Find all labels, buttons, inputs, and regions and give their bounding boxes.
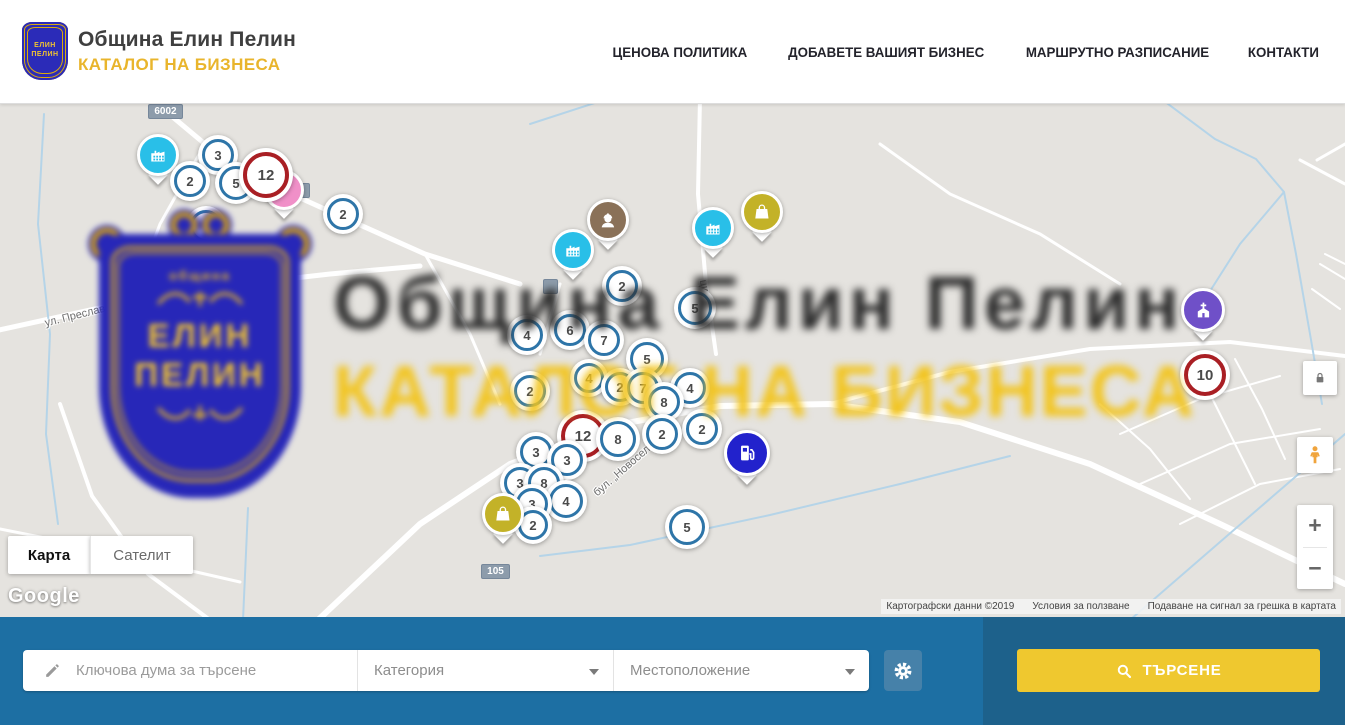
marker-layer: 325122256475427482221283338432510 [0, 104, 1345, 617]
attribution-terms-link[interactable]: Условия за ползване [1032, 601, 1129, 612]
map-cluster-marker[interactable]: 2 [510, 371, 550, 411]
advanced-search-button[interactable] [884, 650, 922, 691]
header: ЕЛИН ПЕЛИН Община Елин Пелин КАТАЛОГ НА … [0, 0, 1345, 104]
map-cluster-marker[interactable]: 2 [642, 414, 682, 454]
map-cluster-marker[interactable]: 10 [1180, 350, 1230, 400]
attribution-report-link[interactable]: Подаване на сигнал за грешка в картата [1148, 601, 1336, 612]
site-logo[interactable]: ЕЛИН ПЕЛИН Община Елин Пелин КАТАЛОГ НА … [22, 22, 296, 80]
map-pin-bag[interactable] [482, 493, 524, 544]
search-submit-label: ТЪРСЕНЕ [1142, 662, 1221, 679]
main-nav: ЦЕНОВА ПОЛИТИКА ДОБАВЕТЕ ВАШИЯТ БИЗНЕС М… [609, 0, 1321, 103]
municipality-crest-icon: ЕЛИН ПЕЛИН [22, 22, 68, 80]
map-cluster-marker[interactable]: 2 [602, 266, 642, 306]
search-submit-button[interactable]: ТЪРСЕНЕ [1017, 649, 1320, 692]
search-fields-group: Категория Местоположение [23, 650, 869, 691]
map-type-satellite-button[interactable]: Сателит [90, 536, 193, 574]
map-cluster-marker[interactable]: 2 [170, 161, 210, 201]
location-select-value: Местоположение [630, 662, 750, 679]
map-cluster-marker[interactable]: 12 [239, 148, 293, 202]
map-type-control: Карта Сателит [8, 536, 193, 574]
search-icon [1115, 662, 1133, 680]
chevron-down-icon [845, 669, 855, 675]
category-select[interactable]: Категория [357, 650, 613, 691]
keyword-field [23, 650, 357, 691]
crest-line2: ПЕЛИН [31, 51, 58, 60]
keyword-input[interactable] [74, 661, 357, 680]
zoom-out-button[interactable]: − [1297, 548, 1333, 590]
search-bar: Категория Местоположение ТЪРСЕНЕ [0, 617, 1345, 725]
site-subtitle: КАТАЛОГ НА БИЗНЕСА [78, 55, 296, 75]
zoom-in-button[interactable]: + [1297, 505, 1333, 547]
lock-button[interactable] [1303, 361, 1337, 395]
location-select[interactable]: Местоположение [613, 650, 869, 691]
map-pin-factory[interactable] [692, 207, 734, 258]
nav-pricing-policy[interactable]: ЦЕНОВА ПОЛИТИКА [613, 44, 748, 60]
pegman-icon [1304, 444, 1326, 466]
map-cluster-marker[interactable]: 5 [665, 505, 709, 549]
google-logo[interactable]: Google [8, 585, 80, 608]
map-cluster-marker[interactable]: 4 [507, 315, 547, 355]
padlock-icon [1312, 370, 1328, 386]
map-cluster-marker[interactable]: 8 [596, 417, 640, 461]
map-cluster-marker[interactable]: 2 [682, 409, 722, 449]
map-pin-factory[interactable] [552, 229, 594, 280]
map-cluster-marker[interactable] [186, 206, 226, 246]
gear-icon [892, 660, 914, 682]
map-cluster-marker[interactable]: 7 [584, 320, 624, 360]
street-view-pegman-button[interactable] [1297, 437, 1333, 473]
map-type-map-button[interactable]: Карта [8, 536, 90, 574]
site-title: Община Елин Пелин [78, 28, 296, 52]
pencil-icon [43, 661, 62, 680]
category-select-value: Категория [374, 662, 444, 679]
map-attribution: Картографски данни ©2019 Условия за полз… [881, 599, 1341, 614]
google-map[interactable]: 6002105ул. Преславбул. „Новоселци3251222… [0, 104, 1345, 617]
map-cluster-marker[interactable]: 5 [674, 287, 716, 329]
map-pin-bag[interactable] [741, 191, 783, 242]
crest-line1: ЕЛИН [34, 42, 56, 51]
attribution-copyright: Картографски данни ©2019 [886, 601, 1014, 612]
map-cluster-marker[interactable]: 2 [323, 194, 363, 234]
map-pin-church[interactable] [1181, 288, 1225, 341]
zoom-control: + − [1297, 505, 1333, 589]
nav-route-schedule[interactable]: МАРШРУТНО РАЗПИСАНИЕ [1026, 44, 1209, 60]
nav-contacts[interactable]: КОНТАКТИ [1248, 44, 1319, 60]
chevron-down-icon [589, 669, 599, 675]
map-pin-fuel[interactable] [724, 430, 770, 485]
nav-add-business[interactable]: ДОБАВЕТЕ ВАШИЯТ БИЗНЕС [788, 44, 984, 60]
